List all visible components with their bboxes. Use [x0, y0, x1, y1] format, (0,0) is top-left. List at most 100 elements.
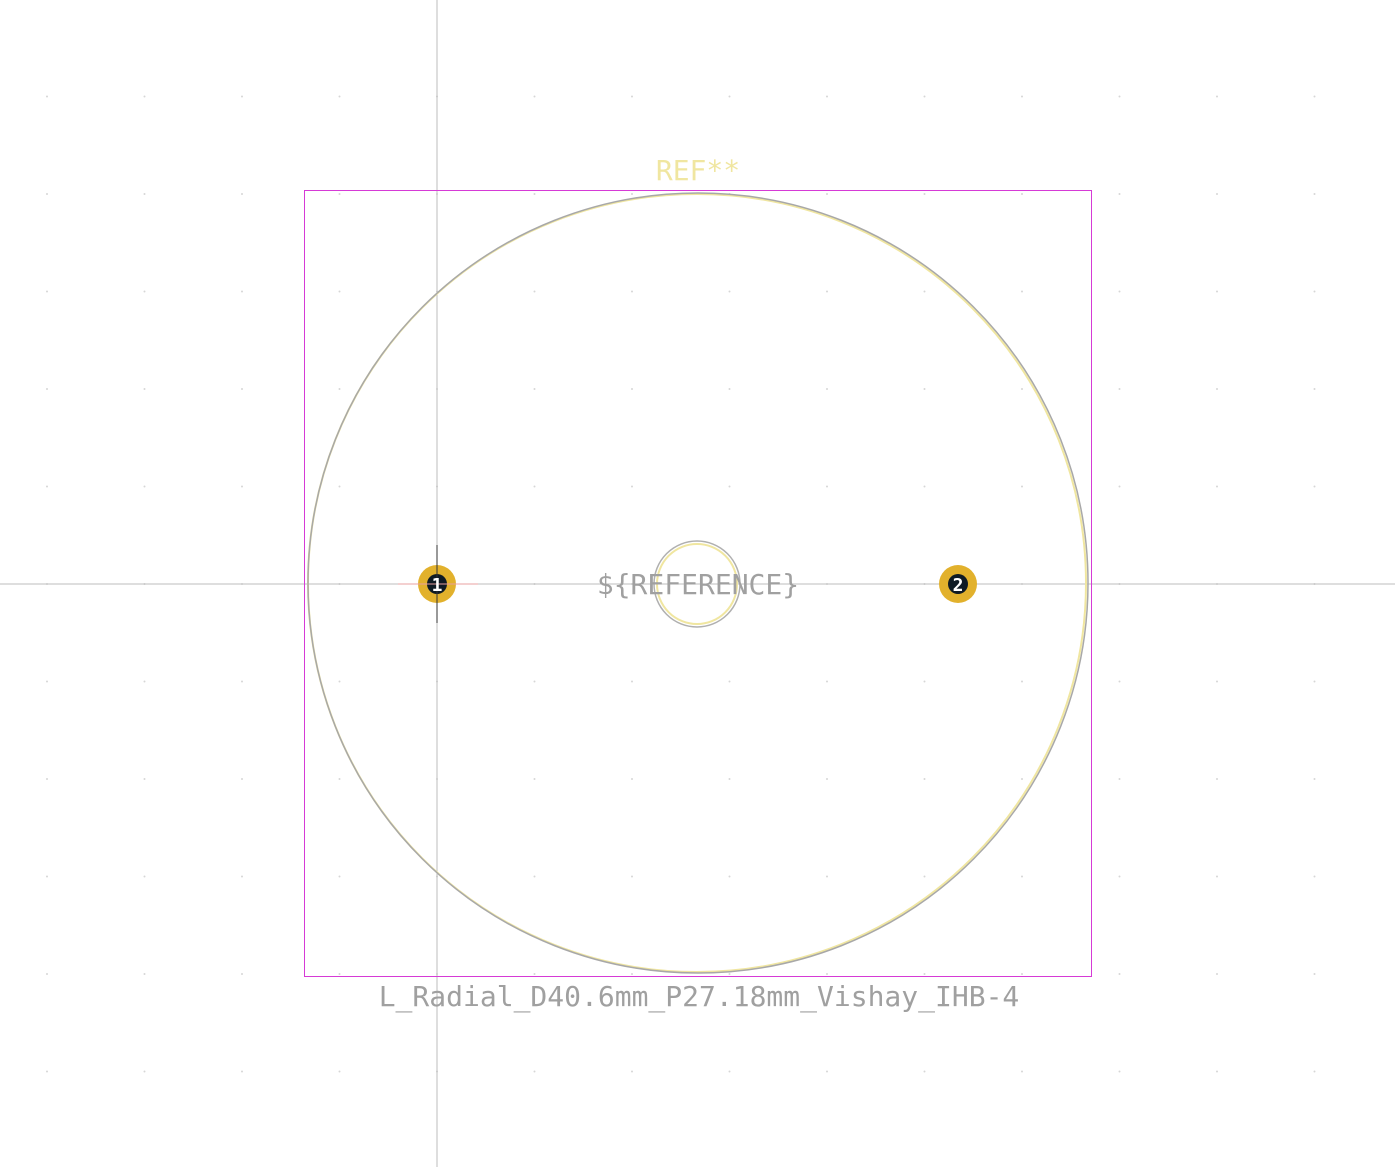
grid-dot — [338, 973, 341, 975]
grid-dot — [923, 485, 926, 488]
grid-dot — [46, 485, 48, 488]
grid-dot — [1313, 95, 1316, 98]
grid-dot — [728, 778, 731, 780]
pad-2-number: 2 — [953, 575, 964, 596]
grid-dot — [826, 193, 828, 195]
grid-dot — [728, 290, 731, 293]
grid-dot — [338, 388, 341, 390]
grid-dot — [1313, 388, 1316, 390]
grid-dot — [338, 290, 341, 293]
grid-dot — [46, 1070, 48, 1073]
grid-dot — [1313, 290, 1316, 293]
grid-dot — [143, 388, 146, 390]
grid-dot — [1313, 875, 1316, 878]
grid-dot — [826, 388, 828, 390]
grid-dot — [1313, 485, 1316, 488]
grid-dot — [1021, 973, 1023, 975]
grid-dot — [1216, 95, 1218, 98]
grid-dot — [923, 388, 926, 390]
grid-dot — [143, 973, 146, 975]
grid-dot — [1216, 680, 1218, 683]
grid-dot — [923, 290, 926, 293]
grid-dot — [826, 875, 828, 878]
grid-dot — [923, 95, 926, 98]
reference-field-label[interactable]: ${REFERENCE} — [597, 568, 799, 601]
grid-dot — [826, 778, 828, 780]
grid-dot — [1118, 193, 1121, 195]
grid-dot — [631, 95, 633, 98]
grid-dot — [826, 95, 828, 98]
grid-dot — [923, 973, 926, 975]
grid-dot — [241, 290, 243, 293]
grid-dot — [1216, 388, 1218, 390]
grid-dot — [46, 388, 48, 390]
grid-dot — [46, 680, 48, 683]
grid-dot — [338, 193, 341, 195]
grid-dot — [1021, 485, 1023, 488]
grid-dot — [1118, 680, 1121, 683]
grid-dot — [1118, 95, 1121, 98]
grid-dot — [728, 973, 731, 975]
grid-dot — [923, 1070, 926, 1073]
grid-dot — [46, 973, 48, 975]
grid-dot — [241, 875, 243, 878]
grid-dot — [1216, 1070, 1218, 1073]
grid-dot — [728, 875, 731, 878]
grid-dot — [143, 485, 146, 488]
grid-dot — [631, 680, 633, 683]
grid-dot — [46, 778, 48, 780]
grid-dot — [533, 875, 536, 878]
grid-dot — [1216, 193, 1218, 195]
grid-dot — [338, 95, 341, 98]
grid-dot — [338, 485, 341, 488]
grid-dot — [923, 875, 926, 878]
grid-dot — [1021, 1070, 1023, 1073]
grid-dot — [533, 193, 536, 195]
pcb-canvas[interactable]: REF** ${REFERENCE} L_Radial_D40.6mm_P27.… — [0, 0, 1395, 1167]
grid-dot — [1118, 778, 1121, 780]
grid-dot — [1021, 193, 1023, 195]
grid-dot — [533, 778, 536, 780]
grid-dot — [1118, 290, 1121, 293]
grid-dot — [923, 193, 926, 195]
grid-dot — [1021, 875, 1023, 878]
grid-dot — [1021, 95, 1023, 98]
grid-dot — [143, 95, 146, 98]
grid-dot — [631, 388, 633, 390]
grid-dot — [533, 1070, 536, 1073]
grid-dot — [143, 290, 146, 293]
grid-dot — [241, 388, 243, 390]
grid-dot — [241, 680, 243, 683]
grid-dot — [46, 290, 48, 293]
grid-dot — [143, 778, 146, 780]
grid-dot — [143, 680, 146, 683]
grid-dot — [46, 193, 48, 195]
grid-dot — [338, 778, 341, 780]
grid-dot — [1216, 290, 1218, 293]
grid-dot — [923, 778, 926, 780]
grid-dot — [241, 485, 243, 488]
grid-dot — [631, 778, 633, 780]
grid-dot — [1118, 388, 1121, 390]
grid-dot — [728, 95, 731, 98]
grid-dot — [1313, 778, 1316, 780]
grid-dot — [728, 1070, 731, 1073]
grid-dot — [143, 875, 146, 878]
grid-dot — [1021, 778, 1023, 780]
grid-dot — [1021, 290, 1023, 293]
grid-dot — [1216, 973, 1218, 975]
grid-dot — [241, 973, 243, 975]
reference-label[interactable]: REF** — [656, 154, 740, 187]
grid-dot — [1021, 388, 1023, 390]
grid-dot — [728, 485, 731, 488]
value-label[interactable]: L_Radial_D40.6mm_P27.18mm_Vishay_IHB-4 — [379, 980, 1020, 1014]
grid-dot — [1118, 973, 1121, 975]
grid-dot — [241, 95, 243, 98]
grid-dot — [728, 680, 731, 683]
grid-dot — [1021, 680, 1023, 683]
grid-dot — [1313, 1070, 1316, 1073]
grid-dot — [631, 485, 633, 488]
grid-dot — [533, 95, 536, 98]
pad-2[interactable]: 2 — [939, 565, 977, 603]
grid-dot — [1216, 778, 1218, 780]
